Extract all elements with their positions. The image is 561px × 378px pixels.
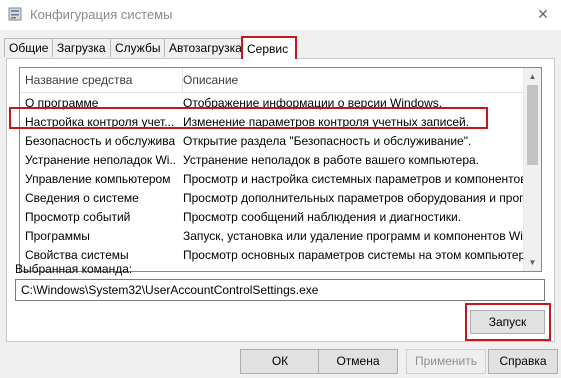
title-bar: Конфигурация системы ✕	[0, 0, 561, 30]
list-row[interactable]: Управление компьютером Просмотр и настро…	[20, 169, 541, 189]
tab-tools[interactable]: Сервис	[241, 36, 297, 59]
window-title: Конфигурация системы	[30, 7, 173, 22]
tool-name: Настройка контроля учет...	[25, 115, 175, 129]
tools-list[interactable]: Название средства Описание О программе О…	[19, 67, 542, 272]
tool-description: Запуск, установка или удаление программ …	[183, 229, 542, 243]
close-icon[interactable]: ✕	[531, 3, 555, 25]
list-header: Название средства Описание	[20, 68, 525, 93]
list-row[interactable]: О программе Отображение информации о вер…	[20, 93, 541, 113]
scroll-up-icon[interactable]: ▲	[524, 68, 541, 85]
column-header-name[interactable]: Название средства	[20, 68, 183, 92]
tool-name: Управление компьютером	[25, 172, 171, 186]
ok-button[interactable]: ОК	[240, 349, 320, 374]
tool-description: Открытие раздела "Безопасность и обслужи…	[183, 134, 472, 148]
vertical-scrollbar[interactable]: ▲ ▼	[523, 68, 541, 271]
tool-name: Устранение неполадок Wi...	[25, 153, 175, 167]
list-row-selected[interactable]: Настройка контроля учет... Изменение пар…	[20, 112, 541, 132]
help-button[interactable]: Справка	[488, 349, 558, 374]
cancel-button[interactable]: Отмена	[318, 349, 398, 374]
list-row[interactable]: Устранение неполадок Wi... Устранение не…	[20, 150, 541, 170]
tool-name: Просмотр событий	[25, 210, 131, 224]
tool-description: Просмотр сообщений наблюдения и диагност…	[183, 210, 462, 224]
tool-description: Просмотр дополнительных параметров обору…	[183, 191, 542, 205]
launch-button[interactable]: Запуск	[470, 310, 545, 334]
tab-general[interactable]: Общие	[4, 38, 54, 57]
scroll-thumb[interactable]	[527, 85, 538, 165]
tool-description: Устранение неполадок в работе вашего ком…	[183, 153, 480, 167]
scroll-down-icon[interactable]: ▼	[524, 254, 541, 271]
tab-services[interactable]: Службы	[110, 38, 166, 57]
selected-command-field[interactable]: C:\Windows\System32\UserAccountControlSe…	[15, 279, 545, 301]
tab-startup[interactable]: Автозагрузка	[164, 38, 247, 57]
tab-boot[interactable]: Загрузка	[52, 38, 111, 57]
tool-description: Просмотр и настройка системных параметро…	[183, 172, 530, 186]
selected-command-label: Выбранная команда:	[15, 262, 133, 276]
column-header-description[interactable]: Описание	[178, 68, 523, 92]
tool-description: Отображение информации о версии Windows.	[183, 96, 443, 110]
tool-name: О программе	[25, 96, 99, 110]
msconfig-icon	[8, 7, 22, 21]
list-row[interactable]: Просмотр событий Просмотр сообщений набл…	[20, 207, 541, 227]
tool-name: Программы	[25, 229, 90, 243]
list-row[interactable]: Программы Запуск, установка или удаление…	[20, 226, 542, 246]
tool-name: Сведения о системе	[25, 191, 139, 205]
list-row[interactable]: Безопасность и обслужива... Открытие раз…	[20, 131, 541, 151]
tool-description: Просмотр основных параметров системы на …	[183, 248, 536, 262]
tool-name: Безопасность и обслужива...	[25, 134, 175, 148]
list-row[interactable]: Сведения о системе Просмотр дополнительн…	[20, 188, 542, 208]
tool-description: Изменение параметров контроля учетных за…	[183, 115, 470, 129]
apply-button[interactable]: Применить	[406, 349, 486, 374]
